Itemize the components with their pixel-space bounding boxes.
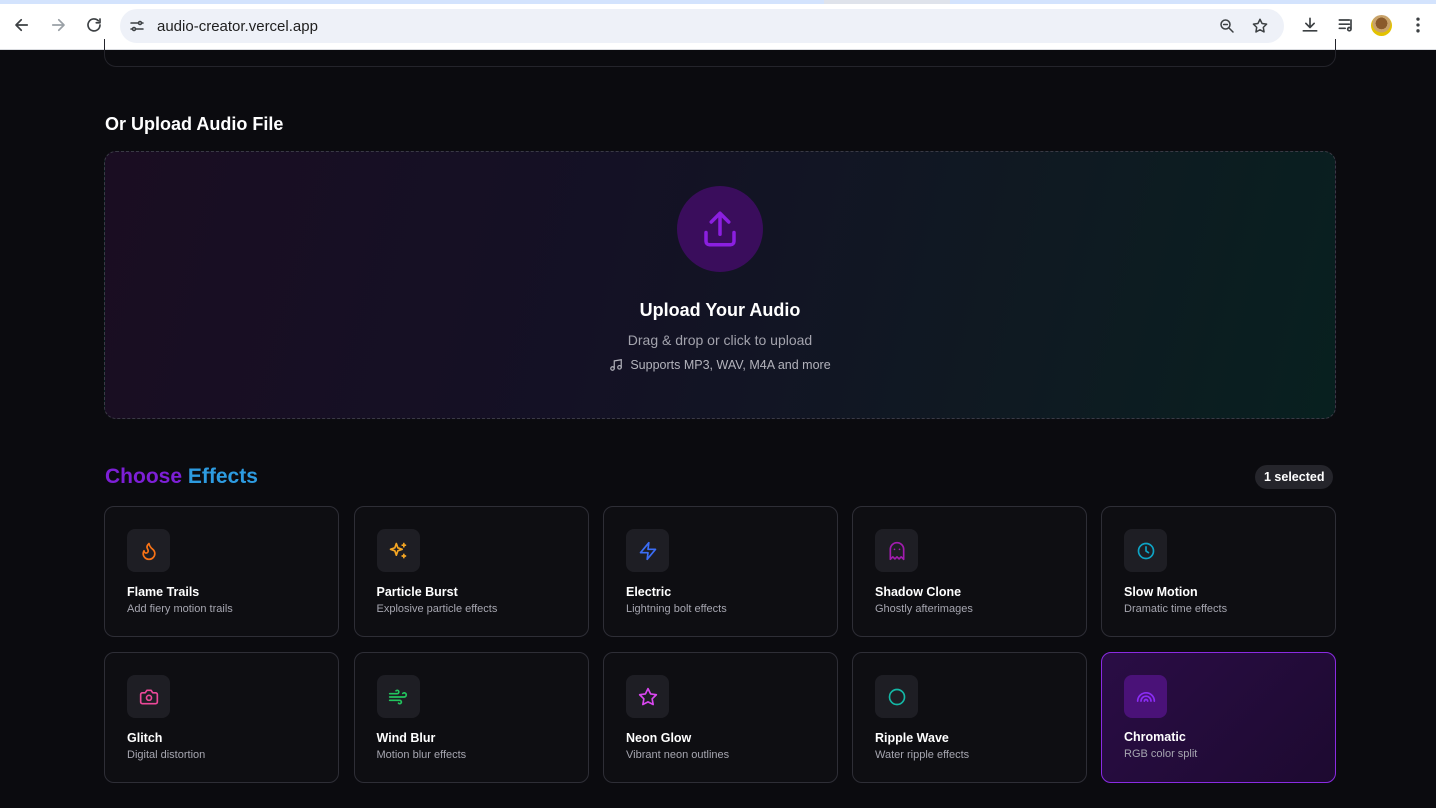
- clock-icon: [1137, 542, 1154, 559]
- effect-name: Electric: [626, 585, 672, 599]
- effect-name: Particle Burst: [376, 585, 458, 599]
- effect-icon-box: [875, 675, 918, 718]
- effect-icon-box: [376, 529, 420, 572]
- reload-button[interactable]: [83, 14, 105, 36]
- upload-title: Upload Your Audio: [639, 300, 801, 320]
- effect-icon-box: [875, 529, 918, 572]
- rainbow-icon: [1136, 691, 1155, 702]
- effect-card-flame-trails[interactable]: Flame Trails Add fiery motion trails: [104, 506, 339, 637]
- effect-card-glitch[interactable]: Glitch Digital distortion: [104, 652, 339, 783]
- effect-card-neon-glow[interactable]: Neon Glow Vibrant neon outlines: [603, 652, 838, 783]
- zoom-icon[interactable]: [1218, 17, 1236, 35]
- camera-icon: [139, 689, 158, 704]
- download-icon[interactable]: [1300, 15, 1320, 35]
- effect-icon-box: [127, 675, 170, 718]
- effect-description: Motion blur effects: [376, 749, 467, 761]
- effect-card-electric[interactable]: Electric Lightning bolt effects: [603, 506, 838, 637]
- wind-icon: [388, 689, 408, 704]
- effect-description: Digital distortion: [127, 749, 206, 761]
- site-settings-icon[interactable]: [128, 17, 146, 35]
- back-button[interactable]: [11, 14, 33, 36]
- effect-name: Flame Trails: [127, 585, 200, 599]
- url-text: audio-creator.vercel.app: [157, 18, 318, 35]
- effect-description: Lightning bolt effects: [626, 603, 727, 615]
- effects-title-word1: Choose: [105, 465, 183, 488]
- effect-icon-box: [1124, 529, 1167, 572]
- menu-dots-icon[interactable]: [1408, 15, 1428, 35]
- bookmark-star-icon[interactable]: [1251, 17, 1269, 35]
- effect-card-chromatic[interactable]: Chromatic RGB color split: [1101, 652, 1336, 783]
- supported-formats-text: Supports MP3, WAV, M4A and more: [630, 358, 831, 372]
- upload-icon: [704, 211, 736, 247]
- effects-title-word2: Effects: [187, 465, 258, 488]
- circle-icon: [888, 688, 905, 705]
- arrow-left-icon: [15, 18, 29, 32]
- audio-dropzone[interactable]: Upload Your Audio Drag & drop or click t…: [104, 151, 1336, 419]
- effect-description: Dramatic time effects: [1124, 603, 1228, 615]
- effect-name: Ripple Wave: [875, 731, 949, 745]
- profile-avatar[interactable]: [1371, 15, 1392, 36]
- supported-formats: Supports MP3, WAV, M4A and more: [105, 358, 1335, 372]
- effect-name: Shadow Clone: [875, 585, 962, 599]
- effect-name: Neon Glow: [626, 731, 692, 745]
- music-note-icon: [610, 359, 623, 371]
- effects-title: Choose Effects: [105, 465, 258, 489]
- effect-icon-box: [626, 529, 669, 572]
- effect-description: Vibrant neon outlines: [626, 749, 730, 761]
- effect-card-shadow-clone[interactable]: Shadow Clone Ghostly afterimages: [852, 506, 1087, 637]
- effect-icon-box: [626, 675, 669, 718]
- selected-count-badge: 1 selected: [1255, 465, 1334, 489]
- effect-icon-box: [376, 675, 420, 718]
- effect-card-wind-blur[interactable]: Wind Blur Motion blur effects: [353, 652, 589, 783]
- effect-card-slow-motion[interactable]: Slow Motion Dramatic time effects: [1101, 506, 1336, 637]
- page-content: Or Upload Audio File Upload Your Audio D…: [0, 39, 1436, 808]
- tab-strip: [0, 0, 1436, 4]
- upload-icon-circle: [677, 186, 763, 272]
- effect-name: Slow Motion: [1124, 585, 1198, 599]
- sparkles-icon: [389, 542, 407, 558]
- effect-description: RGB color split: [1124, 748, 1198, 760]
- effect-description: Explosive particle effects: [376, 603, 498, 615]
- arrow-right-icon: [51, 18, 65, 32]
- effect-icon-box: [1124, 675, 1167, 718]
- effect-name: Wind Blur: [376, 731, 436, 745]
- star-icon: [638, 687, 657, 705]
- reload-icon: [87, 18, 101, 32]
- previous-section-card: [104, 39, 1336, 67]
- effect-description: Ghostly afterimages: [875, 603, 973, 615]
- effect-card-particle-burst[interactable]: Particle Burst Explosive particle effect…: [353, 506, 589, 637]
- forward-button[interactable]: [47, 14, 69, 36]
- upload-subtitle: Drag & drop or click to upload: [627, 332, 813, 348]
- media-control-icon[interactable]: [1336, 15, 1356, 35]
- upload-section-title: Or Upload Audio File: [105, 114, 284, 134]
- tab-active-indicator: [0, 0, 824, 4]
- effect-card-ripple-wave[interactable]: Ripple Wave Water ripple effects: [852, 652, 1087, 783]
- address-bar[interactable]: audio-creator.vercel.app: [120, 9, 1284, 43]
- effect-description: Water ripple effects: [875, 749, 970, 761]
- ghost-icon: [889, 541, 904, 560]
- effect-icon-box: [127, 529, 170, 572]
- flame-icon: [141, 542, 156, 560]
- effect-name: Glitch: [127, 731, 163, 745]
- effect-name: Chromatic: [1124, 730, 1186, 744]
- zap-icon: [639, 541, 656, 560]
- tab-indicator: [950, 0, 1436, 4]
- effect-description: Add fiery motion trails: [127, 603, 233, 615]
